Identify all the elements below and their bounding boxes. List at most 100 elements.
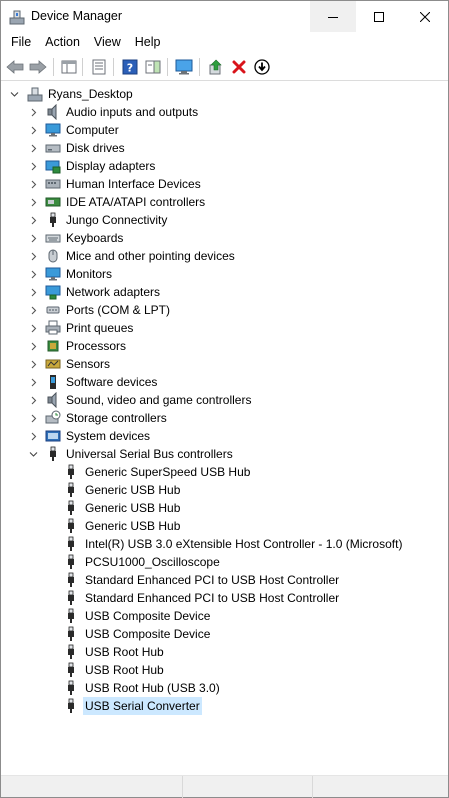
tree-device-item[interactable]: USB Serial Converter xyxy=(1,697,448,715)
status-bar xyxy=(1,775,448,798)
tree-category-universal-serial-bus-controllers[interactable]: Universal Serial Bus controllers xyxy=(1,445,448,463)
tree-device-item[interactable]: Standard Enhanced PCI to USB Host Contro… xyxy=(1,589,448,607)
update-driver-button[interactable] xyxy=(206,57,226,77)
expand-chevron-icon[interactable] xyxy=(28,193,38,211)
tree-category-label: Sensors xyxy=(66,357,111,371)
tree-device-item[interactable]: USB Composite Device xyxy=(1,625,448,643)
tree-category-audio-inputs-and-outputs[interactable]: Audio inputs and outputs xyxy=(1,103,448,121)
expand-chevron-icon[interactable] xyxy=(28,301,38,319)
collapse-chevron-icon[interactable] xyxy=(28,445,38,463)
properties-button[interactable] xyxy=(89,57,109,77)
expand-chevron-icon[interactable] xyxy=(28,337,38,355)
usb-plug-icon xyxy=(68,626,74,641)
close-button[interactable] xyxy=(402,1,448,32)
tree-device-item[interactable]: Intel(R) USB 3.0 eXtensible Host Control… xyxy=(1,535,448,553)
back-button[interactable] xyxy=(5,57,25,77)
disk-drive-icon xyxy=(45,144,61,153)
usb-plug-icon xyxy=(68,482,74,497)
expand-chevron-icon[interactable] xyxy=(28,211,38,229)
tree-device-item[interactable]: USB Root Hub xyxy=(1,643,448,661)
expand-chevron-icon[interactable] xyxy=(28,103,38,121)
tree-device-item[interactable]: Generic USB Hub xyxy=(1,499,448,517)
tree-category-print-queues[interactable]: Print queues xyxy=(1,319,448,337)
action-pane-button[interactable] xyxy=(143,57,163,77)
show-hide-console-tree-button[interactable] xyxy=(59,57,79,77)
expand-chevron-icon[interactable] xyxy=(28,283,38,301)
expand-chevron-icon[interactable] xyxy=(28,427,38,445)
hid-icon xyxy=(45,179,61,189)
tree-category-human-interface-devices[interactable]: Human Interface Devices xyxy=(1,175,448,193)
tree-device-label: USB Root Hub xyxy=(85,663,164,677)
tree-root[interactable]: Ryans_Desktop xyxy=(1,85,448,103)
tree-category-system-devices[interactable]: System devices xyxy=(1,427,448,445)
expand-chevron-icon[interactable] xyxy=(28,175,38,193)
tree-category-keyboards[interactable]: Keyboards xyxy=(1,229,448,247)
tree-device-item[interactable]: PCSU1000_Oscilloscope xyxy=(1,553,448,571)
tree-category-processors[interactable]: Processors xyxy=(1,337,448,355)
tree-category-storage-controllers[interactable]: Storage controllers xyxy=(1,409,448,427)
tree-category-mice-and-other-pointing-devices[interactable]: Mice and other pointing devices xyxy=(1,247,448,265)
forward-button[interactable] xyxy=(28,57,48,77)
speaker-icon xyxy=(47,104,57,120)
scan-hardware-button[interactable] xyxy=(174,57,194,77)
tree-category-disk-drives[interactable]: Disk drives xyxy=(1,139,448,157)
tree-device-label: Generic USB Hub xyxy=(85,501,181,515)
maximize-icon xyxy=(374,11,384,22)
minimize-button[interactable] xyxy=(310,1,356,32)
tree-category-label: Monitors xyxy=(66,267,113,281)
forward-arrow-icon xyxy=(29,60,47,74)
tree-category-ports-com-lpt[interactable]: Ports (COM & LPT) xyxy=(1,301,448,319)
device-tree[interactable]: Ryans_Desktop Audio inputs and outputs Co… xyxy=(1,85,448,773)
expand-chevron-icon[interactable] xyxy=(28,157,38,175)
download-arrow-icon xyxy=(254,59,270,75)
delete-x-icon xyxy=(232,60,246,74)
tree-category-sensors[interactable]: Sensors xyxy=(1,355,448,373)
expand-chevron-icon[interactable] xyxy=(28,247,38,265)
tree-device-item[interactable]: Generic SuperSpeed USB Hub xyxy=(1,463,448,481)
tree-category-software-devices[interactable]: Software devices xyxy=(1,373,448,391)
uninstall-device-button[interactable] xyxy=(229,57,249,77)
tree-category-jungo-connectivity[interactable]: Jungo Connectivity xyxy=(1,211,448,229)
tree-device-item[interactable]: Generic USB Hub xyxy=(1,517,448,535)
back-arrow-icon xyxy=(6,60,24,74)
tree-category-network-adapters[interactable]: Network adapters xyxy=(1,283,448,301)
expand-chevron-icon[interactable] xyxy=(28,265,38,283)
tree-category-label: Jungo Connectivity xyxy=(66,213,168,227)
expand-chevron-icon[interactable] xyxy=(28,373,38,391)
tree-category-display-adapters[interactable]: Display adapters xyxy=(1,157,448,175)
expand-chevron-icon[interactable] xyxy=(28,319,38,337)
tree-category-sound-video-and-game-controllers[interactable]: Sound, video and game controllers xyxy=(1,391,448,409)
expand-chevron-icon[interactable] xyxy=(28,391,38,409)
menu-action[interactable]: Action xyxy=(38,32,87,53)
toolbar: ? xyxy=(1,53,448,81)
svg-text:?: ? xyxy=(127,62,133,75)
tree-device-label: Standard Enhanced PCI to USB Host Contro… xyxy=(85,591,340,605)
collapse-chevron-icon[interactable] xyxy=(9,85,19,103)
expand-chevron-icon[interactable] xyxy=(28,139,38,157)
download-driver-button[interactable] xyxy=(252,57,272,77)
tree-device-item[interactable]: Generic USB Hub xyxy=(1,481,448,499)
maximize-button[interactable] xyxy=(356,1,402,32)
window-title: Device Manager xyxy=(31,9,123,23)
expand-chevron-icon[interactable] xyxy=(28,409,38,427)
tree-device-item[interactable]: USB Root Hub (USB 3.0) xyxy=(1,679,448,697)
tree-category-label: IDE ATA/ATAPI controllers xyxy=(66,195,206,209)
help-button[interactable]: ? xyxy=(120,57,140,77)
tree-device-item[interactable]: Standard Enhanced PCI to USB Host Contro… xyxy=(1,571,448,589)
tree-category-monitors[interactable]: Monitors xyxy=(1,265,448,283)
menu-file[interactable]: File xyxy=(1,32,38,53)
tree-category-label: Software devices xyxy=(66,375,158,389)
toolbar-separator xyxy=(53,58,54,76)
tree-category-ide-ata-atapi-controllers[interactable]: IDE ATA/ATAPI controllers xyxy=(1,193,448,211)
menu-help[interactable]: Help xyxy=(128,32,168,53)
title-bar[interactable]: Device Manager xyxy=(1,1,448,32)
usb-plug-icon xyxy=(50,446,56,461)
menu-view[interactable]: View xyxy=(87,32,128,53)
tree-category-label: Print queues xyxy=(66,321,134,335)
expand-chevron-icon[interactable] xyxy=(28,229,38,247)
tree-category-computer[interactable]: Computer xyxy=(1,121,448,139)
tree-device-item[interactable]: USB Root Hub xyxy=(1,661,448,679)
expand-chevron-icon[interactable] xyxy=(28,121,38,139)
expand-chevron-icon[interactable] xyxy=(28,355,38,373)
tree-device-item[interactable]: USB Composite Device xyxy=(1,607,448,625)
